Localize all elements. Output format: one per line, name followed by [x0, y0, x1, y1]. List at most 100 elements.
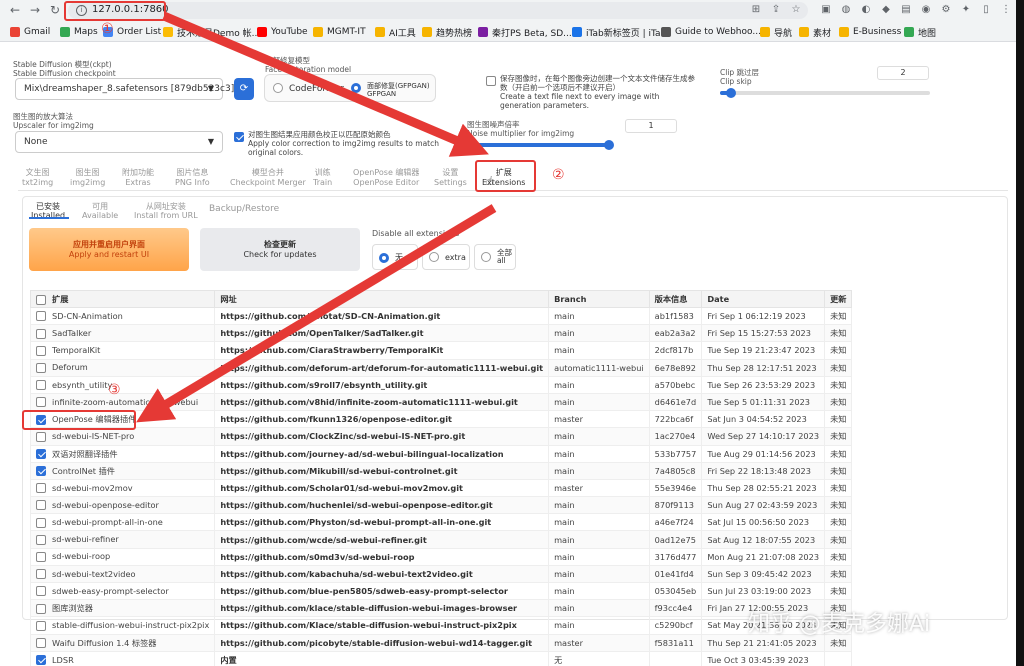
slider-knob[interactable] [604, 140, 614, 150]
disable-option-extra[interactable]: extra [422, 244, 470, 270]
enable-checkbox[interactable] [36, 311, 46, 322]
bookmark-item[interactable]: 导航 [760, 25, 792, 39]
puzzle-icon[interactable]: ✦ [960, 4, 972, 16]
enable-checkbox[interactable] [36, 586, 46, 597]
enable-checkbox[interactable] [36, 362, 46, 373]
address-bar[interactable]: i 127.0.0.1:7860 [68, 2, 808, 19]
reload-icon[interactable]: ↻ [48, 3, 62, 17]
face-opt-gfpgan[interactable]: 面部修复(GFPGAN) GFPGAN [351, 82, 430, 98]
enable-checkbox[interactable] [36, 328, 46, 339]
tab-extensions[interactable]: 扩展 Extensions [482, 168, 525, 188]
extension-name-cell[interactable]: 双语对照翻译插件 [29, 444, 216, 463]
disable-option-none[interactable]: 无 [372, 244, 418, 270]
enable-checkbox[interactable] [36, 483, 46, 494]
sidebar-icon[interactable]: ▯ [980, 4, 992, 16]
enable-checkbox[interactable] [36, 449, 46, 460]
color-correction-option[interactable]: 对图生图结果应用颜色校正以匹配原始颜色 Apply color correcti… [234, 130, 444, 157]
bookmark-item[interactable]: Maps [60, 25, 98, 39]
extension-icon[interactable]: ⚙ [940, 4, 952, 16]
subtab-install-url[interactable]: 从网址安装 Install from URL [134, 202, 198, 220]
tab-train[interactable]: 训练 Train [313, 168, 332, 188]
extension-icon[interactable]: ◐ [860, 4, 872, 16]
enable-checkbox[interactable] [36, 534, 46, 545]
tab-settings[interactable]: 设置 Settings [434, 168, 467, 188]
extension-name-cell[interactable]: LDSR [29, 650, 216, 666]
bookmark-item[interactable]: Gmail [10, 25, 50, 39]
bookmark-item[interactable]: 素材 [799, 25, 831, 39]
enable-checkbox[interactable] [36, 380, 46, 391]
bookmark-item[interactable]: iTab新标签页 | iTa... [572, 25, 669, 39]
share-icon[interactable]: ⇪ [770, 4, 782, 16]
enable-checkbox[interactable] [36, 551, 46, 562]
extension-name-cell[interactable]: ebsynth_utility [29, 375, 216, 394]
enable-checkbox[interactable] [36, 431, 46, 442]
upscaler-select[interactable]: None ▼ [15, 131, 223, 153]
enable-checkbox[interactable] [36, 466, 46, 477]
extension-name-cell[interactable]: sd-webui-openpose-editor [29, 496, 216, 515]
enable-checkbox[interactable] [36, 397, 46, 408]
extension-name-cell[interactable]: sdweb-easy-prompt-selector [29, 581, 216, 601]
extension-name-cell[interactable]: infinite-zoom-automatic1111-webui [29, 392, 216, 412]
forward-icon[interactable]: → [28, 3, 42, 17]
noise-slider[interactable] [467, 140, 614, 150]
face-opt-codeformer[interactable]: CodeFormer [273, 83, 344, 94]
bookmark-item[interactable]: 趋势热榜 [422, 25, 472, 39]
extension-name-cell[interactable]: TemporalKit [29, 341, 216, 360]
bookmark-item[interactable]: MGMT-IT [313, 25, 366, 39]
extension-name-cell[interactable]: Waifu Diffusion 1.4 标签器 [29, 633, 216, 652]
extension-name-cell[interactable]: sd-webui-text2video [29, 564, 216, 584]
extension-name-cell[interactable]: ControlNet 插件 [29, 461, 216, 480]
extension-name-cell[interactable]: sd-webui-prompt-all-in-one [29, 513, 216, 532]
tab-png-info[interactable]: 图片信息 PNG Info [175, 168, 210, 188]
tab-txt2img[interactable]: 文生图 txt2img [22, 168, 53, 188]
apply-restart-button[interactable]: 应用并重启用户界面 Apply and restart UI [29, 228, 189, 271]
enable-checkbox[interactable] [36, 517, 46, 528]
bookmark-item[interactable]: Guide to Webhoo... [661, 25, 761, 39]
extension-icon[interactable]: ◉ [920, 4, 932, 16]
translate-icon[interactable]: ⊞ [750, 4, 762, 16]
save-text-option[interactable]: 保存图像时，在每个图像旁边创建一个文本文件储存生成参数（开启前一个选项后不建议开… [486, 74, 696, 110]
checkpoint-select[interactable]: Mix\dreamshaper_8.safetensors [879db523c… [15, 78, 234, 100]
extension-icon[interactable]: ▣ [820, 4, 832, 16]
extension-name-cell[interactable]: sd-webui-roop [29, 547, 216, 566]
bookmark-item[interactable]: 地图 [904, 25, 936, 39]
extension-name-cell[interactable]: stable-diffusion-webui-instruct-pix2pix [29, 616, 216, 635]
extension-icon[interactable]: ◍ [840, 4, 852, 16]
extension-icon[interactable]: ▤ [900, 4, 912, 16]
enable-checkbox[interactable] [36, 500, 46, 511]
check-updates-button[interactable]: 检查更新 Check for updates [200, 228, 360, 271]
enable-checkbox[interactable] [36, 655, 46, 666]
enable-checkbox[interactable] [36, 603, 46, 614]
refresh-icon[interactable]: ⟳ [234, 78, 254, 100]
tab-img2img[interactable]: 图生图 img2img [70, 168, 105, 188]
clip-skip-input[interactable]: 2 [877, 66, 929, 80]
bookmark-item[interactable]: 技术账号Demo 帐... [163, 25, 260, 39]
bookmark-item[interactable]: E-Business [839, 25, 901, 39]
column-header-extension[interactable]: 扩展 [29, 290, 216, 308]
tab-openpose-editor[interactable]: OpenPose 编辑器 OpenPose Editor [353, 168, 419, 188]
enable-checkbox[interactable] [36, 345, 46, 356]
bookmark-item[interactable]: AI工具 [375, 25, 416, 39]
bookmark-star-icon[interactable]: ☆ [790, 4, 802, 16]
tab-checkpoint-merger[interactable]: 模型合并 Checkpoint Merger [230, 168, 306, 188]
menu-icon[interactable]: ⋮ [1000, 4, 1012, 16]
extension-icon[interactable]: ◆ [880, 4, 892, 16]
enable-checkbox[interactable] [36, 620, 46, 631]
tab-extras[interactable]: 附加功能 Extras [122, 168, 154, 188]
extension-name-cell[interactable]: sd-webui-mov2mov [29, 478, 216, 498]
subtab-backup-restore[interactable]: Backup/Restore [209, 205, 279, 214]
extension-name-cell[interactable]: sd-webui-IS-NET-pro [29, 427, 216, 446]
noise-input[interactable]: 1 [625, 119, 677, 133]
bookmark-item[interactable]: Order List [103, 25, 161, 39]
enable-checkbox[interactable] [36, 414, 46, 425]
enable-checkbox[interactable] [36, 638, 46, 649]
extension-name-cell[interactable]: 图库浏览器 [29, 599, 216, 618]
subtab-available[interactable]: 可用 Available [82, 202, 118, 220]
clip-skip-slider[interactable] [720, 88, 930, 98]
slider-knob[interactable] [725, 88, 736, 98]
extension-name-cell[interactable]: OpenPose 编辑器插件 [29, 410, 216, 429]
bookmark-item[interactable]: YouTube [257, 25, 308, 39]
extension-name-cell[interactable]: SD-CN-Animation [29, 306, 216, 326]
url-text[interactable]: 127.0.0.1:7860 [92, 4, 169, 15]
extension-name-cell[interactable]: SadTalker [29, 324, 216, 343]
